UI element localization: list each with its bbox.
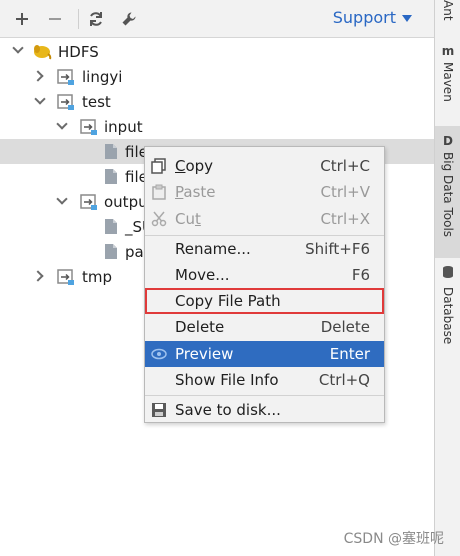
menu-item-rename[interactable]: Rename... Shift+F6	[145, 236, 384, 262]
file-icon	[104, 218, 122, 236]
tool-tab-label: Maven	[441, 62, 455, 102]
menu-item-label: Cut	[175, 210, 201, 228]
tree-item-hdfs[interactable]: HDFS	[0, 39, 434, 64]
tool-tab-big-data-tools[interactable]: D Big Data Tools	[435, 126, 460, 258]
tree-item-label: test	[82, 92, 111, 111]
chevron-down-icon[interactable]	[12, 42, 24, 54]
big-data-tools-icon: D	[443, 134, 453, 148]
menu-divider	[145, 395, 384, 396]
menu-item-shortcut: Ctrl+C	[320, 157, 370, 175]
tree-item-label: tmp	[82, 267, 113, 286]
menu-item-save-to-disk[interactable]: Save to disk...	[145, 397, 384, 423]
menu-item-label: Copy File Path	[175, 292, 281, 310]
toolbar: Support	[0, 0, 434, 38]
menu-item-show-file-info[interactable]: Show File Info Ctrl+Q	[145, 367, 384, 393]
scissors-icon	[151, 211, 167, 227]
support-dropdown[interactable]: Support	[333, 8, 412, 27]
maven-icon: m	[441, 44, 455, 58]
hdfs-folder-icon	[57, 93, 75, 111]
menu-item-copy[interactable]: Copy Ctrl+C	[145, 153, 384, 179]
menu-item-paste[interactable]: Paste Ctrl+V	[145, 179, 384, 205]
menu-item-label: Save to disk...	[175, 401, 281, 419]
tool-tab-database[interactable]: Database	[435, 264, 460, 356]
hadoop-elephant-icon	[32, 42, 52, 60]
file-icon	[104, 243, 122, 261]
menu-item-label: Delete	[175, 318, 225, 336]
context-menu: Copy Ctrl+C Paste Ctrl+V Cut Ctrl+X Rena…	[144, 146, 385, 423]
menu-item-shortcut: Ctrl+V	[320, 183, 370, 201]
menu-item-label: Preview	[175, 345, 234, 363]
paste-icon	[151, 184, 167, 200]
file-icon	[104, 168, 122, 186]
tree-item-label: outpu	[104, 192, 148, 211]
menu-item-shortcut: Shift+F6	[305, 240, 370, 258]
chevron-down-icon[interactable]	[56, 193, 68, 205]
refresh-icon[interactable]	[83, 6, 109, 32]
tree-item-label: input	[104, 117, 143, 136]
chevron-down-icon	[402, 15, 412, 22]
tree-item-label: HDFS	[58, 42, 99, 61]
remove-icon[interactable]	[42, 6, 68, 32]
tree-item-test[interactable]: test	[0, 89, 434, 114]
menu-item-move[interactable]: Move... F6	[145, 262, 384, 288]
menu-item-label: Rename...	[175, 240, 251, 258]
hdfs-folder-icon	[80, 193, 98, 211]
menu-item-copy-file-path[interactable]: Copy File Path	[145, 288, 384, 314]
menu-item-delete[interactable]: Delete Delete	[145, 314, 384, 340]
support-label: Support	[332, 8, 396, 27]
tool-tab-maven[interactable]: m Maven	[435, 44, 460, 114]
database-icon	[442, 264, 454, 283]
wrench-icon[interactable]	[116, 6, 142, 32]
tool-tab-label: Database	[441, 287, 455, 345]
right-tool-sidebar: Ant m Maven D Big Data Tools Database	[434, 0, 460, 556]
add-icon[interactable]	[9, 6, 35, 32]
menu-item-shortcut: Delete	[320, 318, 370, 336]
file-icon	[104, 143, 122, 161]
menu-item-label: Copy	[175, 157, 214, 175]
toolbar-divider	[78, 9, 79, 29]
copy-icon	[151, 158, 167, 174]
menu-item-preview[interactable]: Preview Enter	[145, 341, 384, 367]
hdfs-folder-icon	[80, 118, 98, 136]
menu-item-label: Show File Info	[175, 371, 279, 389]
tool-tab-ant[interactable]: Ant	[435, 0, 460, 30]
chevron-right-icon[interactable]	[32, 70, 44, 82]
menu-item-shortcut: Enter	[329, 345, 370, 363]
save-disk-icon	[151, 402, 167, 418]
menu-item-label: Move...	[175, 266, 230, 284]
tool-tab-label: Ant	[441, 0, 455, 21]
menu-item-cut[interactable]: Cut Ctrl+X	[145, 206, 384, 232]
tree-item-label: pa	[125, 242, 144, 261]
hdfs-folder-icon	[57, 68, 75, 86]
menu-item-shortcut: Ctrl+Q	[318, 371, 370, 389]
tree-item-label: lingyi	[82, 67, 123, 86]
watermark: CSDN @塞班呢	[343, 531, 444, 547]
tree-item-input[interactable]: input	[0, 114, 434, 139]
menu-item-label: Paste	[175, 183, 216, 201]
menu-item-shortcut: F6	[351, 266, 370, 284]
menu-item-shortcut: Ctrl+X	[320, 210, 370, 228]
tool-tab-label: Big Data Tools	[441, 152, 455, 238]
tree-item-lingyi[interactable]: lingyi	[0, 64, 434, 89]
chevron-right-icon[interactable]	[32, 270, 44, 282]
chevron-down-icon[interactable]	[34, 93, 46, 105]
preview-eye-icon	[151, 346, 167, 362]
hdfs-folder-icon	[57, 268, 75, 286]
chevron-down-icon[interactable]	[56, 118, 68, 130]
